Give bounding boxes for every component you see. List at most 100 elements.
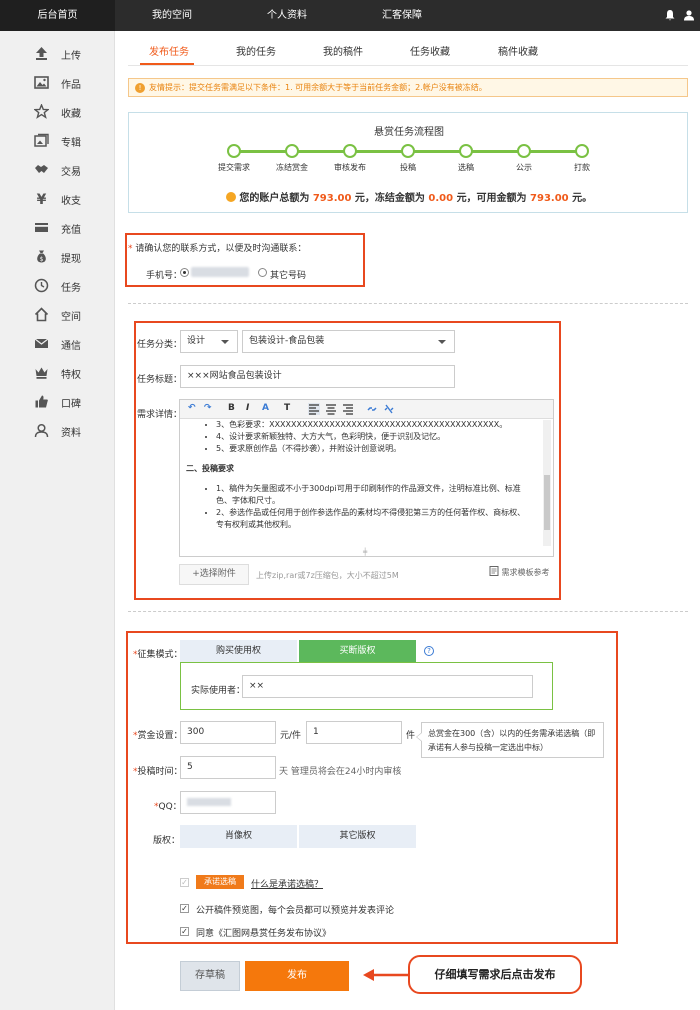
- chevron-down-icon: [221, 340, 229, 344]
- tab-task-favorites[interactable]: 任务收藏: [410, 43, 450, 58]
- submission-days-input[interactable]: 5: [180, 756, 276, 779]
- link-icon[interactable]: [366, 403, 378, 415]
- crown-icon: [35, 367, 48, 379]
- rights-option-portrait[interactable]: 肖像权: [180, 825, 297, 848]
- scrollbar-thumb[interactable]: [544, 475, 550, 530]
- sidebar-item-favorites[interactable]: 收藏: [0, 99, 115, 125]
- other-number-radio[interactable]: [258, 268, 267, 277]
- nav-guarantee[interactable]: 汇客保障: [382, 0, 422, 31]
- reward-unit: 元/件: [280, 731, 302, 741]
- other-number-label: 其它号码: [270, 271, 307, 281]
- font-size-icon[interactable]: T: [284, 403, 290, 413]
- rich-text-editor[interactable]: ↶ ↷ B I A T 3、色彩要求：XXXXXXXXXXXXXXXXXXXXX…: [179, 399, 554, 557]
- flow-step-label: 公示: [516, 163, 532, 172]
- sidebar-item-tasks[interactable]: 任务: [0, 273, 115, 299]
- actual-user-label: 实际使用者：: [191, 686, 246, 696]
- actual-user-input[interactable]: ××: [242, 675, 533, 698]
- save-draft-button[interactable]: 存草稿: [180, 961, 240, 991]
- moneybag-icon: $: [37, 250, 46, 263]
- reward-amount-input[interactable]: 300: [180, 721, 276, 744]
- subcategory-select[interactable]: 包装设计-食品包装: [242, 330, 455, 353]
- flow-step-label: 冻结赏金: [276, 163, 308, 172]
- sidebar-item-space[interactable]: 空间: [0, 302, 115, 328]
- notice-bar: ! 友情提示：提交任务需满足以下条件：1. 可用余额大于等于当前任务金额；2.帐…: [128, 78, 688, 97]
- tab-submission-favorites[interactable]: 稿件收藏: [498, 43, 538, 58]
- flow-step-dot: [401, 144, 415, 158]
- unlink-icon[interactable]: [383, 403, 395, 415]
- template-reference-link[interactable]: 需求模板参考: [489, 566, 550, 578]
- chevron-down-icon: [438, 340, 446, 344]
- promise-checkbox[interactable]: ✓: [180, 878, 189, 887]
- sidebar-item-label: 充值: [61, 225, 81, 236]
- font-color-icon[interactable]: A: [262, 403, 269, 413]
- sidebar-item-privileges[interactable]: 特权: [0, 360, 115, 386]
- sidebar-item-label: 通信: [61, 341, 81, 352]
- mode-option-buyout[interactable]: 买断版权: [299, 640, 416, 663]
- help-icon[interactable]: ?: [424, 646, 434, 656]
- handshake-icon: [35, 165, 48, 173]
- home-icon: [34, 307, 49, 322]
- reward-count-input[interactable]: 1: [306, 721, 402, 744]
- list-item: 2、参选作品或任何用于创作参选作品的素材均不得侵犯第三方的任何著作权、商标权、专…: [216, 507, 532, 531]
- tab-my-tasks[interactable]: 我的任务: [236, 43, 276, 58]
- sidebar-item-reputation[interactable]: 口碑: [0, 389, 115, 415]
- balance-frozen: 0.00: [428, 193, 454, 204]
- rights-option-other[interactable]: 其它版权: [299, 825, 416, 848]
- publish-button[interactable]: 发布: [245, 961, 349, 991]
- sidebar-item-trade[interactable]: 交易: [0, 157, 115, 183]
- tab-publish-task[interactable]: 发布任务: [149, 43, 189, 58]
- qq-number-masked: [187, 797, 231, 806]
- sidebar-item-recharge[interactable]: 充值: [0, 215, 115, 241]
- tab-my-submissions[interactable]: 我的稿件: [323, 43, 363, 58]
- choose-attachment-button[interactable]: +选择附件: [179, 564, 249, 585]
- sidebar-item-label: 专辑: [61, 138, 81, 149]
- undo-icon[interactable]: ↶: [188, 403, 196, 413]
- admin-home-link[interactable]: 后台首页: [0, 0, 115, 31]
- public-preview-checkbox[interactable]: ✓: [180, 904, 189, 913]
- sidebar-item-profile[interactable]: 资料: [0, 418, 115, 444]
- list-item: 5、要求原创作品（不得抄袭），并附设计创意说明。: [216, 443, 540, 455]
- phone-radio[interactable]: [180, 268, 189, 277]
- task-title-input[interactable]: ×××网站食品包装设计: [180, 365, 455, 388]
- sidebar-item-messages[interactable]: 通信: [0, 331, 115, 357]
- qq-input[interactable]: [180, 791, 276, 814]
- user-icon[interactable]: [683, 9, 695, 21]
- resize-grip-icon[interactable]: ╪: [363, 548, 367, 556]
- nav-my-space[interactable]: 我的空间: [152, 0, 192, 31]
- document-icon: [489, 566, 499, 576]
- sidebar-item-label: 收支: [61, 196, 81, 207]
- align-left-icon[interactable]: [308, 403, 320, 415]
- sidebar-item-withdraw[interactable]: $ 提现: [0, 244, 115, 270]
- category-select[interactable]: 设计: [180, 330, 238, 353]
- sidebar-item-label: 提现: [61, 254, 81, 265]
- balance-mid2: 元，可用金额为: [456, 193, 527, 204]
- flow-step-dot: [285, 144, 299, 158]
- sidebar-item-albums[interactable]: 专辑: [0, 128, 115, 154]
- bell-icon[interactable]: [664, 9, 676, 21]
- align-center-icon[interactable]: [325, 403, 337, 415]
- mail-icon: [34, 338, 49, 348]
- redo-icon[interactable]: ↷: [204, 403, 212, 413]
- nav-profile[interactable]: 个人资料: [267, 0, 307, 31]
- sidebar-item-label: 资料: [61, 428, 81, 439]
- account-balance: 您的账户总额为 793.00 元，冻结金额为 0.00 元，可用金额为 793.…: [129, 189, 689, 204]
- person-icon: [34, 423, 49, 438]
- promise-help-link[interactable]: 什么是承诺选稿？: [251, 877, 323, 890]
- sidebar-item-works[interactable]: 作品: [0, 70, 115, 96]
- promise-tag: 承诺选稿: [196, 875, 244, 889]
- list-item: 4、设计要求新颖独特、大方大气，色彩明快，便于识别及记忆。: [216, 431, 540, 443]
- upload-icon: [36, 47, 47, 60]
- align-right-icon[interactable]: [342, 403, 354, 415]
- sidebar-item-label: 空间: [61, 312, 81, 323]
- editor-scrollbar[interactable]: [543, 420, 551, 546]
- agree-checkbox[interactable]: ✓: [180, 927, 189, 936]
- mode-option-use-rights[interactable]: 购买使用权: [180, 640, 297, 663]
- sidebar-item-label: 任务: [61, 283, 81, 294]
- sidebar-item-label: 特权: [61, 370, 81, 381]
- sidebar-item-upload[interactable]: 上传: [0, 41, 115, 67]
- category-label: 任务分类：: [137, 340, 183, 350]
- bold-icon[interactable]: B: [228, 403, 235, 413]
- agree-label[interactable]: 同意《汇图网悬赏任务发布协议》: [196, 926, 331, 939]
- sidebar-item-finance[interactable]: ¥ 收支: [0, 186, 115, 212]
- italic-icon[interactable]: I: [246, 403, 249, 413]
